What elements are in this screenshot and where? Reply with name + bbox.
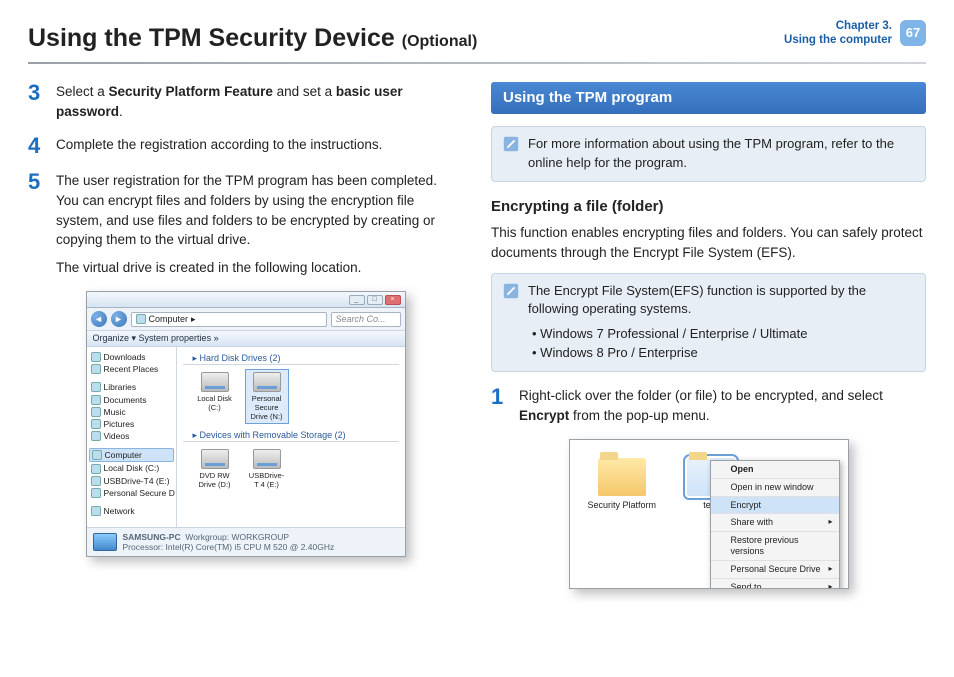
window-titlebar: _ □ × bbox=[87, 292, 405, 308]
computer-icon bbox=[92, 450, 102, 460]
maximize-button[interactable]: □ bbox=[367, 295, 383, 305]
computer-icon bbox=[136, 314, 146, 324]
address-bar[interactable]: Computer ▸ bbox=[131, 312, 327, 327]
chapter-line1: Chapter 3. bbox=[784, 20, 892, 34]
back-button[interactable]: ◄ bbox=[91, 311, 107, 327]
chevron-right-icon: ▸ bbox=[828, 517, 832, 527]
drive-personal-secure[interactable]: Personal Secure Drive (N:) bbox=[245, 369, 289, 424]
removable-section: ▸ Devices with Removable Storage (2) bbox=[183, 430, 399, 442]
title-rule bbox=[28, 62, 926, 64]
step-number: 5 bbox=[28, 171, 46, 277]
drive-usb[interactable]: USBDrive-T 4 (E:) bbox=[245, 446, 289, 492]
drive-icon bbox=[91, 488, 101, 498]
drive-icon bbox=[253, 372, 281, 392]
step-number: 4 bbox=[28, 135, 46, 157]
step-4: 4 Complete the registration according to… bbox=[28, 135, 463, 157]
left-column: 3 Select a Security Platform Feature and… bbox=[28, 82, 463, 589]
chapter-line2: Using the computer bbox=[784, 34, 892, 48]
chevron-right-icon: ▸ bbox=[828, 582, 832, 589]
note-icon bbox=[502, 282, 520, 300]
pictures-icon bbox=[91, 419, 101, 429]
music-icon bbox=[91, 407, 101, 417]
libraries-icon bbox=[91, 382, 101, 392]
ctx-sendto[interactable]: Send to▸ bbox=[711, 579, 839, 589]
info-box-os: The Encrypt File System(EFS) function is… bbox=[491, 273, 926, 372]
step-number: 3 bbox=[28, 82, 46, 121]
context-menu-screenshot: Security Platform test Open Open in new … bbox=[569, 439, 849, 589]
network-icon bbox=[91, 506, 101, 516]
context-menu: Open Open in new window Encrypt Share wi… bbox=[710, 460, 840, 589]
ctx-open-new[interactable]: Open in new window bbox=[711, 479, 839, 497]
os-item: Windows 8 Pro / Enterprise bbox=[532, 344, 915, 363]
explorer-screenshot: _ □ × ◄ ► Computer ▸ Search Co... Organi… bbox=[86, 291, 406, 557]
recent-icon bbox=[91, 364, 101, 374]
minimize-button[interactable]: _ bbox=[349, 295, 365, 305]
explorer-toolbar[interactable]: Organize ▾ System properties » bbox=[87, 331, 405, 347]
step-5: 5 The user registration for the TPM prog… bbox=[28, 171, 463, 277]
chapter-block: Chapter 3. Using the computer 67 bbox=[784, 20, 926, 48]
videos-icon bbox=[91, 431, 101, 441]
ctx-restore[interactable]: Restore previous versions bbox=[711, 532, 839, 561]
optical-drive-icon bbox=[201, 449, 229, 469]
computer-icon bbox=[93, 533, 117, 551]
search-input[interactable]: Search Co... bbox=[331, 312, 401, 327]
documents-icon bbox=[91, 395, 101, 405]
status-bar: SAMSUNG-PC Workgroup: WORKGROUP Processo… bbox=[87, 527, 405, 556]
ctx-open[interactable]: Open bbox=[711, 461, 839, 479]
section-banner: Using the TPM program bbox=[491, 82, 926, 114]
ctx-psd[interactable]: Personal Secure Drive▸ bbox=[711, 561, 839, 579]
page-number-badge: 67 bbox=[900, 20, 926, 46]
encrypting-para: This function enables encrypting files a… bbox=[491, 223, 926, 262]
step-3: 3 Select a Security Platform Feature and… bbox=[28, 82, 463, 121]
info-box-help: For more information about using the TPM… bbox=[491, 126, 926, 182]
right-column: Using the TPM program For more informati… bbox=[491, 82, 926, 589]
hdd-section: ▸ Hard Disk Drives (2) bbox=[183, 353, 399, 365]
drive-icon bbox=[91, 476, 101, 486]
folder-icon bbox=[91, 352, 101, 362]
close-button[interactable]: × bbox=[385, 295, 401, 305]
drive-icon bbox=[201, 372, 229, 392]
drive-icon bbox=[91, 464, 101, 474]
forward-button[interactable]: ► bbox=[111, 311, 127, 327]
chevron-right-icon: ▸ bbox=[828, 564, 832, 574]
note-icon bbox=[502, 135, 520, 153]
content-pane: ▸ Hard Disk Drives (2) Local Disk (C:) P… bbox=[177, 347, 405, 527]
step-1-encrypt: 1 Right-click over the folder (or file) … bbox=[491, 386, 926, 425]
title-optional: (Optional) bbox=[402, 33, 478, 50]
step-number: 1 bbox=[491, 386, 509, 425]
nav-pane[interactable]: Downloads Recent Places Libraries Docume… bbox=[87, 347, 177, 527]
folder-icon bbox=[598, 458, 646, 496]
ctx-encrypt[interactable]: Encrypt bbox=[711, 497, 839, 515]
os-item: Windows 7 Professional / Enterprise / Ul… bbox=[532, 325, 915, 344]
nav-computer[interactable]: Computer bbox=[89, 448, 174, 462]
sub-heading-encrypting: Encrypting a file (folder) bbox=[491, 196, 926, 218]
drive-icon bbox=[253, 449, 281, 469]
folder-security-platform[interactable]: Security Platform bbox=[588, 458, 657, 511]
drive-dvd[interactable]: DVD RW Drive (D:) bbox=[193, 446, 237, 492]
drive-local-c[interactable]: Local Disk (C:) bbox=[193, 369, 237, 424]
title-main: Using the TPM Security Device bbox=[28, 24, 395, 52]
page-title: Using the TPM Security Device (Optional) bbox=[28, 20, 477, 56]
ctx-share[interactable]: Share with▸ bbox=[711, 514, 839, 532]
